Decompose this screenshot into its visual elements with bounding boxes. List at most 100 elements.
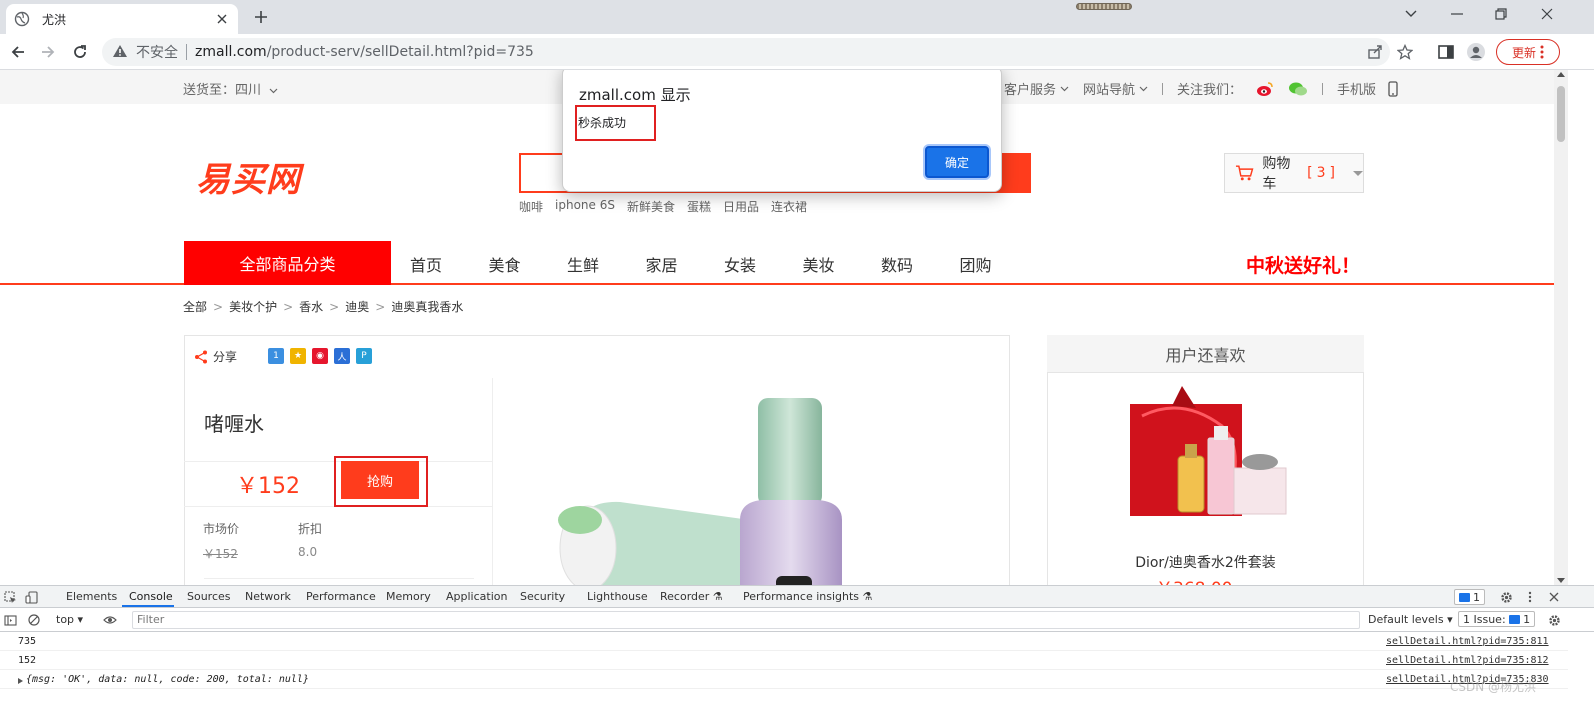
hot-word-link[interactable]: 咖啡 <box>519 198 543 215</box>
tab-network[interactable]: Network <box>245 590 291 603</box>
share-page-icon[interactable] <box>1366 43 1384 61</box>
scrollbar-thumb[interactable] <box>1557 86 1565 142</box>
nav-item-group-buy[interactable]: 团购 <box>960 252 1039 276</box>
expand-triangle-icon[interactable] <box>18 678 23 684</box>
tab-recorder[interactable]: Recorder ⚗ <box>660 590 723 603</box>
update-button[interactable]: 更新 <box>1496 39 1560 65</box>
forward-arrow-icon[interactable] <box>36 40 60 64</box>
breadcrumb-item[interactable]: 全部 <box>183 298 207 315</box>
nav-item-home[interactable]: 首页 <box>410 252 489 276</box>
address-bar[interactable]: 不安全 zmall.com/product-serv/sellDetail.ht… <box>102 38 1413 66</box>
recommend-product-image[interactable] <box>1122 386 1290 526</box>
new-tab-icon[interactable] <box>250 6 272 28</box>
bookmark-star-icon[interactable] <box>1396 43 1414 61</box>
close-window-icon[interactable] <box>1524 4 1570 24</box>
mobile-version-link[interactable]: 手机版 <box>1337 79 1398 98</box>
device-toolbar-icon[interactable] <box>24 589 40 605</box>
nav-item-beauty[interactable]: 美妆 <box>803 252 882 276</box>
tab-performance-insights-label: Performance insights <box>743 590 860 603</box>
tab-performance-insights[interactable]: Performance insights ⚗ <box>743 590 872 603</box>
qzone-share-icon[interactable]: 1 <box>268 348 284 364</box>
hot-word-link[interactable]: 新鲜美食 <box>627 198 675 215</box>
tab-application[interactable]: Application <box>446 590 507 603</box>
wechat-icon[interactable] <box>1288 81 1308 97</box>
settings-gear-icon[interactable] <box>1498 589 1514 605</box>
console-settings-gear-icon[interactable] <box>1546 612 1562 628</box>
reload-icon[interactable] <box>68 40 92 64</box>
shopping-cart-button[interactable]: 购物车 [3] <box>1224 153 1364 193</box>
issues-badge[interactable]: 1 Issue: 1 <box>1458 611 1536 627</box>
log-source-link[interactable]: sellDetail.html?pid=735:811 <box>1386 636 1549 647</box>
url-path: /product-serv/sellDetail.html?pid=735 <box>266 44 534 60</box>
discount-value: 8.0 <box>298 545 318 559</box>
cart-count-bracket-open: [ <box>1307 165 1313 181</box>
clear-console-icon[interactable] <box>26 612 42 628</box>
customer-service-menu[interactable]: 客户服务 <box>1004 79 1069 98</box>
tab-memory[interactable]: Memory <box>386 590 431 603</box>
weibo-icon[interactable] <box>1256 81 1274 97</box>
share-link[interactable]: 分享 <box>194 348 237 365</box>
scroll-up-arrow-icon[interactable] <box>1557 72 1565 77</box>
log-levels-dropdown[interactable]: Default levels ▾ <box>1368 613 1453 626</box>
hot-word-link[interactable]: 日用品 <box>723 198 759 215</box>
tab-sources[interactable]: Sources <box>187 590 231 603</box>
promo-banner-text[interactable]: 中秋送好礼！ <box>1246 251 1360 278</box>
nav-item-home-goods[interactable]: 家居 <box>646 252 725 276</box>
context-selector[interactable]: top ▾ <box>56 613 83 626</box>
minimize-icon[interactable] <box>1434 4 1480 24</box>
issues-label: 1 Issue: <box>1463 612 1506 626</box>
eye-icon[interactable] <box>102 612 118 628</box>
breadcrumb-item[interactable]: 美妆个护 <box>229 298 277 315</box>
restore-icon[interactable] <box>1478 4 1524 24</box>
tab-security[interactable]: Security <box>520 590 565 603</box>
messages-badge[interactable]: 1 <box>1454 589 1485 605</box>
close-tab-icon[interactable] <box>214 11 230 27</box>
tab-recorder-label: Recorder <box>660 590 710 603</box>
back-arrow-icon[interactable] <box>6 40 30 64</box>
warning-triangle-icon[interactable] <box>112 44 128 61</box>
deliver-to-selector[interactable]: 送货至：四川 <box>183 79 278 98</box>
all-categories-button[interactable]: 全部商品分类 <box>184 241 391 285</box>
nav-item-digital[interactable]: 数码 <box>881 252 960 276</box>
renren-share-icon[interactable]: 人 <box>334 348 350 364</box>
hot-word-link[interactable]: iphone 6S <box>555 198 615 215</box>
recommend-product-name[interactable]: Dior/迪奥香水2件套装 <box>1047 552 1364 572</box>
tab-lighthouse[interactable]: Lighthouse <box>587 590 648 603</box>
page-scrollbar[interactable] <box>1554 70 1568 585</box>
devtools-panel: Elements Console Sources Network Perform… <box>0 585 1594 709</box>
tab-performance[interactable]: Performance <box>306 590 376 603</box>
scroll-down-arrow-icon[interactable] <box>1557 578 1565 583</box>
hot-word-link[interactable]: 蛋糕 <box>687 198 711 215</box>
weibo-share-icon[interactable]: ◉ <box>312 348 328 364</box>
log-object-text[interactable]: {msg: 'OK', data: null, code: 200, total… <box>26 674 309 685</box>
sidebar-toggle-icon[interactable] <box>2 612 18 628</box>
tencent-share-icon[interactable]: P <box>356 348 372 364</box>
close-devtools-icon[interactable] <box>1546 589 1562 605</box>
hot-word-link[interactable]: 连衣裙 <box>771 198 807 215</box>
url-text[interactable]: zmall.com/product-serv/sellDetail.html?p… <box>195 44 534 60</box>
breadcrumb-item[interactable]: 迪奥真我香水 <box>391 298 463 315</box>
breadcrumb-item[interactable]: 迪奥 <box>345 298 369 315</box>
browser-tab[interactable]: 尤洪 <box>6 4 238 34</box>
log-source-link[interactable]: sellDetail.html?pid=735:812 <box>1386 655 1549 666</box>
breadcrumb-item[interactable]: 香水 <box>299 298 323 315</box>
site-nav-menu[interactable]: 网站导航 <box>1083 79 1148 98</box>
nav-item-women[interactable]: 女装 <box>724 252 803 276</box>
side-panel-icon[interactable] <box>1436 42 1456 62</box>
console-log-line[interactable]: {msg: 'OK', data: null, code: 200, total… <box>0 671 1568 689</box>
nav-item-food[interactable]: 美食 <box>489 252 568 276</box>
inspect-element-icon[interactable] <box>2 589 18 605</box>
qq-share-icon[interactable]: ★ <box>290 348 306 364</box>
tab-console[interactable]: Console <box>129 590 173 603</box>
flash-buy-button[interactable]: 抢购 <box>341 461 419 499</box>
chevron-right-icon: > <box>213 299 224 314</box>
console-filter-input[interactable]: Filter <box>132 611 1360 629</box>
nav-item-fresh[interactable]: 生鲜 <box>567 252 646 276</box>
tab-search-chevron-icon[interactable] <box>1388 4 1434 24</box>
profile-avatar-icon[interactable] <box>1466 42 1486 62</box>
dialog-ok-button[interactable]: 确定 <box>925 146 989 178</box>
tab-elements[interactable]: Elements <box>66 590 117 603</box>
more-vert-icon[interactable] <box>1522 589 1538 605</box>
site-logo[interactable]: 易买网 <box>196 152 301 201</box>
discount-label: 折扣 <box>298 522 323 536</box>
